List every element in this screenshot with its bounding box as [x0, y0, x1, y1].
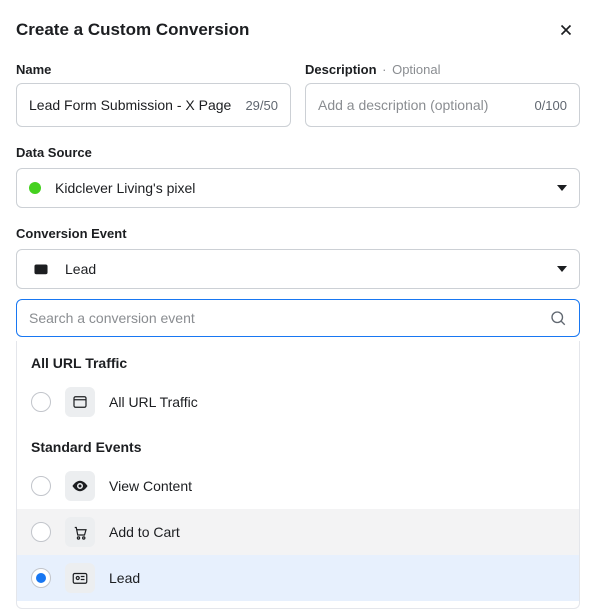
data-source-value: Kidclever Living's pixel: [55, 180, 543, 196]
radio-lead[interactable]: [31, 568, 51, 588]
cart-icon: [65, 517, 95, 547]
modal-header: Create a Custom Conversion: [16, 16, 580, 44]
description-field: Description · Optional 0/100: [305, 62, 580, 127]
conversion-event-dropdown[interactable]: All URL Traffic All URL Traffic Standard…: [16, 341, 580, 609]
description-input[interactable]: [318, 97, 526, 113]
description-label-text: Description: [305, 62, 377, 77]
data-source-label: Data Source: [16, 145, 580, 160]
option-label: Add to Cart: [109, 524, 565, 540]
option-label: Lead: [109, 570, 565, 586]
lead-icon: [29, 257, 53, 281]
option-label: All URL Traffic: [109, 394, 565, 410]
conversion-search-wrap[interactable]: [16, 299, 580, 337]
close-button[interactable]: [552, 16, 580, 44]
conversion-event-select[interactable]: Lead: [16, 249, 580, 289]
custom-conversion-modal: Create a Custom Conversion Name 29/50 De…: [0, 0, 596, 609]
radio-all-url-traffic[interactable]: [31, 392, 51, 412]
option-initiate-checkout[interactable]: Initiate Checkout: [17, 601, 579, 609]
name-input-wrap[interactable]: 29/50: [16, 83, 291, 127]
data-source-select[interactable]: Kidclever Living's pixel: [16, 168, 580, 208]
name-label: Name: [16, 62, 291, 77]
radio-view-content[interactable]: [31, 476, 51, 496]
search-icon: [549, 309, 567, 327]
description-counter: 0/100: [534, 98, 567, 113]
name-description-row: Name 29/50 Description · Optional 0/100: [16, 62, 580, 127]
option-lead[interactable]: Lead: [17, 555, 579, 601]
chevron-down-icon: [557, 185, 567, 191]
group-standard-events: Standard Events: [17, 425, 579, 463]
close-icon: [557, 21, 575, 39]
conversion-event-label: Conversion Event: [16, 226, 580, 241]
pixel-status-dot: [29, 182, 41, 194]
option-add-to-cart[interactable]: Add to Cart: [17, 509, 579, 555]
chevron-down-icon: [557, 266, 567, 272]
radio-add-to-cart[interactable]: [31, 522, 51, 542]
name-input[interactable]: [29, 97, 237, 113]
name-field: Name 29/50: [16, 62, 291, 127]
conversion-search-input[interactable]: [29, 310, 549, 326]
option-view-content[interactable]: View Content: [17, 463, 579, 509]
description-input-wrap[interactable]: 0/100: [305, 83, 580, 127]
description-label: Description · Optional: [305, 62, 580, 77]
lead-icon: [65, 563, 95, 593]
name-counter: 29/50: [245, 98, 278, 113]
modal-title: Create a Custom Conversion: [16, 20, 249, 40]
option-all-url-traffic[interactable]: All URL Traffic: [17, 379, 579, 425]
conversion-event-value: Lead: [65, 261, 545, 277]
eye-icon: [65, 471, 95, 501]
description-optional: Optional: [392, 62, 440, 77]
browser-icon: [65, 387, 95, 417]
option-label: View Content: [109, 478, 565, 494]
group-all-url-traffic: All URL Traffic: [17, 341, 579, 379]
